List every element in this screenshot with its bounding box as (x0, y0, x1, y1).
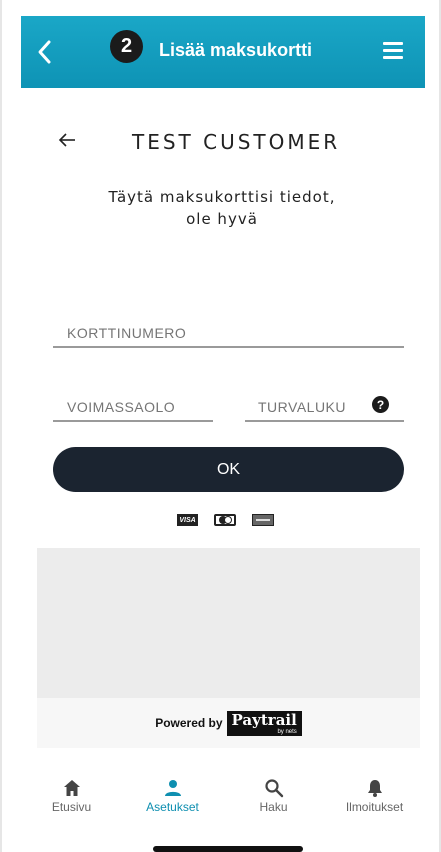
amex-logo-icon (252, 514, 274, 526)
paytrail-brand-sub: by nets (277, 728, 297, 735)
instructions-line-1: Täytä maksukorttisi tiedot, (108, 188, 336, 206)
home-icon (63, 780, 80, 796)
arrow-left-icon[interactable] (58, 132, 76, 148)
search-icon (264, 779, 283, 798)
expiry-input[interactable] (53, 396, 213, 418)
home-indicator (153, 846, 303, 852)
powered-by-footer: Powered by Paytrail by nets (37, 698, 420, 748)
step-badge: 2 (110, 30, 143, 63)
paytrail-logo: Paytrail by nets (226, 710, 302, 736)
card-number-field (53, 322, 404, 348)
paytrail-brand: Paytrail (231, 710, 297, 729)
card-number-input[interactable] (53, 322, 404, 344)
bottom-nav: Etusivu Asetukset Haku Ilmoitukset (21, 764, 425, 824)
nav-label: Etusivu (51, 800, 92, 814)
ok-button[interactable]: OK (53, 447, 404, 492)
customer-name: TEST CUSTOMER (132, 130, 341, 154)
app-screen: 2 Lisää maksukortti TEST CUSTOMER Täytä … (0, 0, 441, 852)
card-logos: VISA (177, 514, 274, 526)
instructions-text: Täytä maksukorttisi tiedot, ole hyvä (62, 186, 382, 230)
hamburger-menu-icon[interactable] (383, 42, 403, 60)
cvc-field: ? (245, 396, 404, 422)
instructions-line-2: ole hyvä (186, 210, 258, 228)
nav-item-haku[interactable]: Haku (223, 764, 324, 824)
nav-label: Ilmoitukset (345, 800, 404, 814)
powered-by-text: Powered by (155, 716, 223, 730)
page-title: Lisää maksukortti (159, 40, 313, 60)
visa-logo-icon: VISA (177, 514, 198, 526)
nav-item-etusivu[interactable]: Etusivu (21, 764, 122, 824)
person-icon (164, 780, 181, 796)
nav-label: Asetukset (146, 800, 199, 814)
mastercard-logo-icon (214, 514, 236, 526)
chevron-left-icon[interactable] (35, 38, 55, 66)
nav-item-ilmoitukset[interactable]: Ilmoitukset (324, 764, 425, 824)
nav-item-asetukset[interactable]: Asetukset (122, 764, 223, 824)
help-icon[interactable]: ? (372, 396, 389, 413)
bell-icon (367, 780, 382, 797)
app-header: 2 Lisää maksukortti (21, 16, 425, 88)
nav-label: Haku (259, 800, 288, 814)
expiry-field (53, 396, 213, 422)
payment-frame-area (37, 548, 420, 698)
